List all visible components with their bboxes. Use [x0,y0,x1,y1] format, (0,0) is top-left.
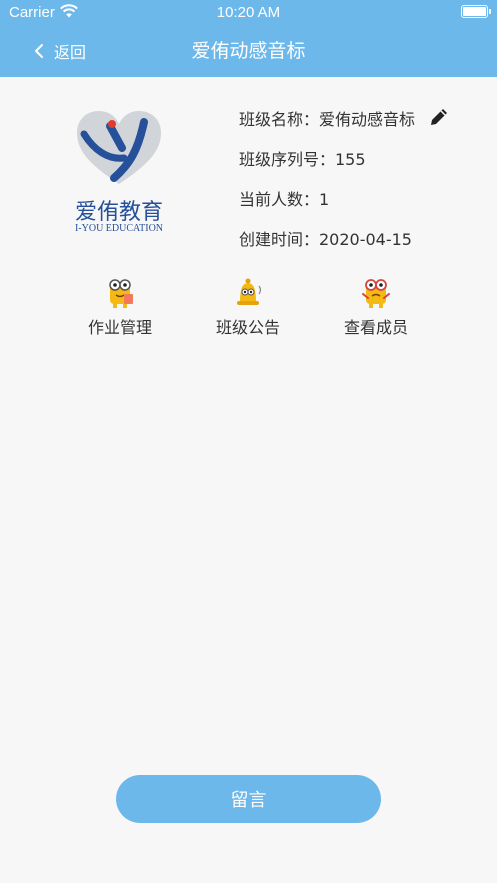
edit-pencil-icon[interactable] [428,106,450,128]
battery-icon [461,5,491,18]
created-date-row: 创建时间：2020-04-15 [239,230,412,249]
logo-name: 爱侑教育 [74,200,163,225]
class-serial-row: 班级序列号：155 [239,150,366,169]
class-announcement-button[interactable]: 班级公告 [188,276,308,340]
homework-character-icon [109,279,133,308]
members-character-icon [362,279,390,308]
view-members-button[interactable]: 查看成员 [316,276,436,340]
logo-mark-icon [77,111,161,184]
page-title: 爱侑动感音标 [191,40,306,62]
view-members-label: 查看成员 [343,318,408,337]
bell-character-icon [237,278,262,305]
brand-logo: 爱侑教育 I-YOU EDUCATION [64,108,174,240]
homework-management-label: 作业管理 [87,318,152,337]
status-bar: Carrier 10:20 AM [0,0,497,26]
leave-message-button[interactable]: 留言 [116,775,381,823]
class-announcement-label: 班级公告 [215,318,280,337]
action-grid: 作业管理 班级公告 查看成员 [0,276,497,340]
clock: 10:20 AM [216,4,281,21]
homework-management-button[interactable]: 作业管理 [60,276,180,340]
logo-subtitle: I-YOU EDUCATION [74,223,164,234]
nav-bar: Carrier 10:20 AM 返回 爱侑动感音标 [0,0,497,77]
member-count-row: 当前人数：1 [239,190,330,209]
class-name-row: 班级名称：爱侑动感音标 [239,110,416,129]
